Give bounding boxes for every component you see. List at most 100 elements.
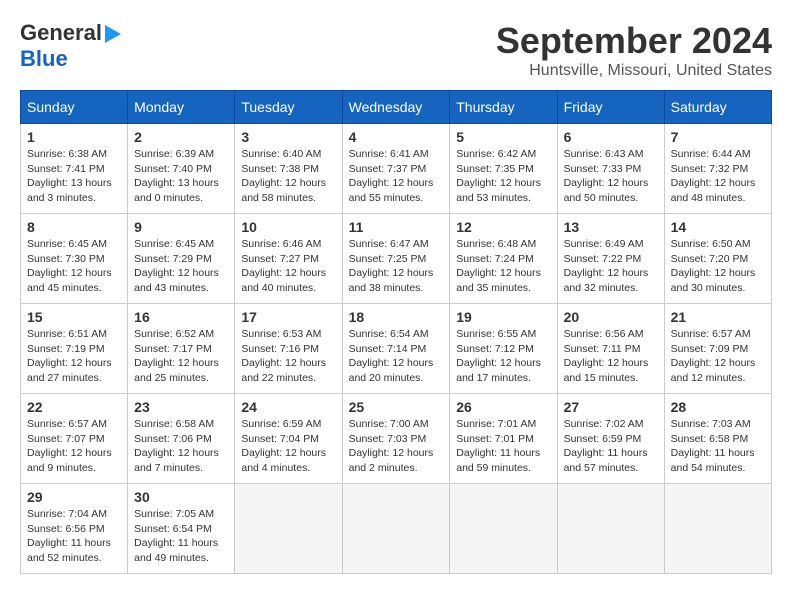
weekday-header-wednesday: Wednesday bbox=[342, 91, 450, 124]
day-number: 27 bbox=[564, 399, 658, 415]
day-number: 24 bbox=[241, 399, 335, 415]
calendar-cell: 9Sunrise: 6:45 AMSunset: 7:29 PMDaylight… bbox=[128, 214, 235, 304]
calendar-cell: 17 Sunrise: 6:53 AMSunset: 7:16 PMDayligh… bbox=[235, 304, 342, 394]
day-number: 17 bbox=[241, 309, 335, 325]
calendar-cell: 1 Sunrise: 6:38 AMSunset: 7:41 PMDaylight… bbox=[21, 124, 128, 214]
day-number: 6 bbox=[564, 129, 658, 145]
weekday-header-friday: Friday bbox=[557, 91, 664, 124]
day-info: Sunrise: 6:52 AMSunset: 7:17 PMDaylight:… bbox=[134, 327, 228, 386]
day-info: Sunrise: 7:01 AMSunset: 7:01 PMDaylight:… bbox=[456, 417, 550, 476]
calendar-cell: 4 Sunrise: 6:41 AMSunset: 7:37 PMDaylight… bbox=[342, 124, 450, 214]
day-info: Sunrise: 6:38 AMSunset: 7:41 PMDaylight:… bbox=[27, 147, 121, 206]
day-info: Sunrise: 7:05 AMSunset: 6:54 PMDaylight:… bbox=[134, 507, 228, 566]
day-number: 4 bbox=[349, 129, 444, 145]
day-info: Sunrise: 6:57 AMSunset: 7:09 PMDaylight:… bbox=[671, 327, 765, 386]
logo-general: General bbox=[20, 20, 102, 46]
day-info: Sunrise: 6:59 AMSunset: 7:04 PMDaylight:… bbox=[241, 417, 335, 476]
logo-arrow-icon bbox=[105, 25, 121, 43]
calendar-cell: 28 Sunrise: 7:03 AMSunset: 6:58 PMDayligh… bbox=[664, 394, 771, 484]
calendar-header-row: SundayMondayTuesdayWednesdayThursdayFrid… bbox=[21, 91, 772, 124]
calendar-cell: 5 Sunrise: 6:42 AMSunset: 7:35 PMDaylight… bbox=[450, 124, 557, 214]
day-number: 18 bbox=[349, 309, 444, 325]
day-info: Sunrise: 6:50 AMSunset: 7:20 PMDaylight:… bbox=[671, 237, 765, 296]
day-info: Sunrise: 6:47 AMSunset: 7:25 PMDaylight:… bbox=[349, 237, 444, 296]
calendar-cell: 24 Sunrise: 6:59 AMSunset: 7:04 PMDayligh… bbox=[235, 394, 342, 484]
weekday-header-tuesday: Tuesday bbox=[235, 91, 342, 124]
calendar-cell: 15 Sunrise: 6:51 AMSunset: 7:19 PMDayligh… bbox=[21, 304, 128, 394]
logo-blue: Blue bbox=[20, 46, 68, 71]
day-number: 10 bbox=[241, 219, 335, 235]
day-number: 7 bbox=[671, 129, 765, 145]
day-number: 20 bbox=[564, 309, 658, 325]
day-number: 1 bbox=[27, 129, 121, 145]
day-number: 13 bbox=[564, 219, 658, 235]
day-number: 5 bbox=[456, 129, 550, 145]
day-number: 21 bbox=[671, 309, 765, 325]
calendar-cell: 21 Sunrise: 6:57 AMSunset: 7:09 PMDayligh… bbox=[664, 304, 771, 394]
calendar-cell: 23 Sunrise: 6:58 AMSunset: 7:06 PMDayligh… bbox=[128, 394, 235, 484]
calendar-cell: 14 Sunrise: 6:50 AMSunset: 7:20 PMDayligh… bbox=[664, 214, 771, 304]
calendar-cell: 12Sunrise: 6:48 AMSunset: 7:24 PMDayligh… bbox=[450, 214, 557, 304]
day-number: 14 bbox=[671, 219, 765, 235]
calendar-cell: 26 Sunrise: 7:01 AMSunset: 7:01 PMDayligh… bbox=[450, 394, 557, 484]
location: Huntsville, Missouri, United States bbox=[496, 62, 772, 80]
calendar-cell: 3 Sunrise: 6:40 AMSunset: 7:38 PMDaylight… bbox=[235, 124, 342, 214]
day-info: Sunrise: 7:00 AMSunset: 7:03 PMDaylight:… bbox=[349, 417, 444, 476]
month-title: September 2024 bbox=[496, 20, 772, 62]
day-info: Sunrise: 6:42 AMSunset: 7:35 PMDaylight:… bbox=[456, 147, 550, 206]
calendar-cell bbox=[342, 484, 450, 574]
page-header: General Blue September 2024 Huntsville, … bbox=[20, 20, 772, 80]
calendar-cell: 16Sunrise: 6:52 AMSunset: 7:17 PMDayligh… bbox=[128, 304, 235, 394]
calendar-cell: 7Sunrise: 6:44 AMSunset: 7:32 PMDaylight… bbox=[664, 124, 771, 214]
calendar-week-row: 29 Sunrise: 7:04 AMSunset: 6:56 PMDayligh… bbox=[21, 484, 772, 574]
day-number: 19 bbox=[456, 309, 550, 325]
day-info: Sunrise: 6:45 AMSunset: 7:30 PMDaylight:… bbox=[27, 237, 121, 296]
calendar-cell: 25 Sunrise: 7:00 AMSunset: 7:03 PMDayligh… bbox=[342, 394, 450, 484]
calendar-cell: 2 Sunrise: 6:39 AMSunset: 7:40 PMDaylight… bbox=[128, 124, 235, 214]
day-info: Sunrise: 6:57 AMSunset: 7:07 PMDaylight:… bbox=[27, 417, 121, 476]
day-number: 28 bbox=[671, 399, 765, 415]
calendar-cell bbox=[664, 484, 771, 574]
calendar-cell bbox=[235, 484, 342, 574]
day-number: 30 bbox=[134, 489, 228, 505]
day-info: Sunrise: 6:45 AMSunset: 7:29 PMDaylight:… bbox=[134, 237, 228, 296]
title-block: September 2024 Huntsville, Missouri, Uni… bbox=[496, 20, 772, 80]
calendar-cell: 27Sunrise: 7:02 AMSunset: 6:59 PMDayligh… bbox=[557, 394, 664, 484]
day-info: Sunrise: 6:41 AMSunset: 7:37 PMDaylight:… bbox=[349, 147, 444, 206]
weekday-header-sunday: Sunday bbox=[21, 91, 128, 124]
logo: General Blue bbox=[20, 20, 121, 72]
calendar-cell: 18Sunrise: 6:54 AMSunset: 7:14 PMDayligh… bbox=[342, 304, 450, 394]
day-info: Sunrise: 6:53 AMSunset: 7:16 PMDaylight:… bbox=[241, 327, 335, 386]
day-info: Sunrise: 6:46 AMSunset: 7:27 PMDaylight:… bbox=[241, 237, 335, 296]
day-info: Sunrise: 6:58 AMSunset: 7:06 PMDaylight:… bbox=[134, 417, 228, 476]
calendar-table: SundayMondayTuesdayWednesdayThursdayFrid… bbox=[20, 90, 772, 574]
day-info: Sunrise: 6:51 AMSunset: 7:19 PMDaylight:… bbox=[27, 327, 121, 386]
calendar-cell: 22 Sunrise: 6:57 AMSunset: 7:07 PMDayligh… bbox=[21, 394, 128, 484]
calendar-cell: 19Sunrise: 6:55 AMSunset: 7:12 PMDayligh… bbox=[450, 304, 557, 394]
calendar-cell: 8 Sunrise: 6:45 AMSunset: 7:30 PMDaylight… bbox=[21, 214, 128, 304]
calendar-cell bbox=[557, 484, 664, 574]
day-number: 29 bbox=[27, 489, 121, 505]
day-info: Sunrise: 6:56 AMSunset: 7:11 PMDaylight:… bbox=[564, 327, 658, 386]
day-info: Sunrise: 6:40 AMSunset: 7:38 PMDaylight:… bbox=[241, 147, 335, 206]
day-number: 11 bbox=[349, 219, 444, 235]
calendar-week-row: 15 Sunrise: 6:51 AMSunset: 7:19 PMDayligh… bbox=[21, 304, 772, 394]
day-number: 22 bbox=[27, 399, 121, 415]
day-info: Sunrise: 7:04 AMSunset: 6:56 PMDaylight:… bbox=[27, 507, 121, 566]
day-number: 25 bbox=[349, 399, 444, 415]
day-number: 8 bbox=[27, 219, 121, 235]
day-number: 23 bbox=[134, 399, 228, 415]
weekday-header-monday: Monday bbox=[128, 91, 235, 124]
day-info: Sunrise: 6:39 AMSunset: 7:40 PMDaylight:… bbox=[134, 147, 228, 206]
day-number: 2 bbox=[134, 129, 228, 145]
weekday-header-saturday: Saturday bbox=[664, 91, 771, 124]
day-number: 3 bbox=[241, 129, 335, 145]
calendar-week-row: 1 Sunrise: 6:38 AMSunset: 7:41 PMDaylight… bbox=[21, 124, 772, 214]
day-number: 15 bbox=[27, 309, 121, 325]
day-info: Sunrise: 6:43 AMSunset: 7:33 PMDaylight:… bbox=[564, 147, 658, 206]
calendar-week-row: 8 Sunrise: 6:45 AMSunset: 7:30 PMDaylight… bbox=[21, 214, 772, 304]
day-number: 26 bbox=[456, 399, 550, 415]
calendar-cell: 6 Sunrise: 6:43 AMSunset: 7:33 PMDaylight… bbox=[557, 124, 664, 214]
calendar-cell: 13Sunrise: 6:49 AMSunset: 7:22 PMDayligh… bbox=[557, 214, 664, 304]
day-info: Sunrise: 7:03 AMSunset: 6:58 PMDaylight:… bbox=[671, 417, 765, 476]
